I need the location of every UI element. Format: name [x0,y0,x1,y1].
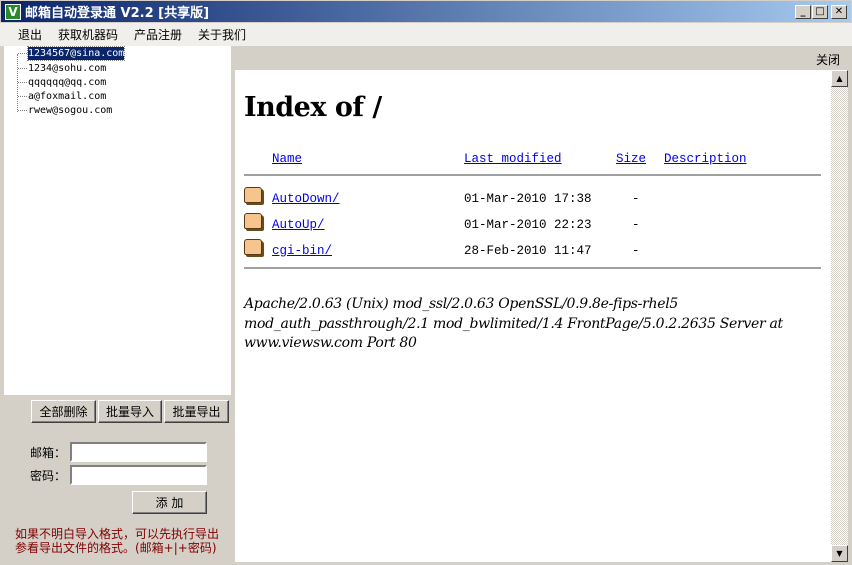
close-browser-button[interactable]: 关闭 [816,53,840,67]
password-label: 密码： [30,469,67,483]
import-format-note: 如果不明白导入格式，可以先执行导出 参看导出文件的格式。(邮箱+|+密码) [15,527,219,555]
folder-icon [244,187,262,203]
batch-import-button[interactable]: 批量导入 [98,400,162,423]
tree-item[interactable]: 1234567@sina.com [18,46,126,61]
delete-all-button[interactable]: 全部删除 [31,400,96,423]
table-row: AutoUp/ 01-Mar-2010 22:23 - [244,213,821,233]
tree-item-label: 1234567@sina.com [26,46,126,61]
dir-link[interactable]: AutoUp/ [272,218,325,232]
password-input[interactable] [70,465,207,485]
sort-description-link[interactable]: Description [664,152,747,166]
note-line: 如果不明白导入格式，可以先执行导出 [15,527,220,541]
divider [244,174,821,176]
email-label: 邮箱： [30,446,67,460]
modified-cell: 01-Mar-2010 17:38 [464,192,592,206]
close-button[interactable]: ✕ [831,5,847,19]
account-tree[interactable]: 1234567@sina.com 1234@sohu.com qqqqqq@qq… [4,46,231,395]
title-bar: V 邮箱自动登录通 V2.2 [共享版] _ □ ✕ [0,0,852,23]
menu-get-machine-code[interactable]: 获取机器码 [58,26,118,43]
folder-icon [244,239,262,255]
tree-item[interactable]: qqqqqq@qq.com [18,76,106,89]
menu-register[interactable]: 产品注册 [134,26,182,43]
tree-item-label: 1234@sohu.com [28,63,107,74]
tree-item-label: rwew@sogou.com [28,105,113,116]
sort-name-link[interactable]: Name [272,152,302,166]
tree-item-label: qqqqqq@qq.com [28,77,107,88]
tree-item-label: a@foxmail.com [28,91,107,102]
add-button[interactable]: 添 加 [132,491,207,514]
menu-exit[interactable]: 退出 [18,26,42,43]
modified-cell: 28-Feb-2010 11:47 [464,244,592,258]
app-logo-icon: V [5,3,21,20]
scroll-up-button[interactable]: ▲ [831,70,848,87]
table-row: AutoDown/ 01-Mar-2010 17:38 - [244,187,821,207]
size-cell: - [632,218,640,232]
menu-bar: 退出 获取机器码 产品注册 关于我们 [0,23,852,46]
maximize-button[interactable]: □ [812,5,828,19]
tree-item[interactable]: a@foxmail.com [18,90,106,103]
table-row: cgi-bin/ 28-Feb-2010 11:47 - [244,239,821,259]
window-title: 邮箱自动登录通 V2.2 [共享版] [25,6,210,21]
size-cell: - [632,192,640,206]
scroll-down-button[interactable]: ▼ [831,545,848,562]
dir-link[interactable]: cgi-bin/ [272,244,332,258]
size-cell: - [632,244,640,258]
batch-export-button[interactable]: 批量导出 [164,400,229,423]
menu-about[interactable]: 关于我们 [198,26,246,43]
server-signature: Apache/2.0.63 (Unix) mod_ssl/2.0.63 Open… [244,296,783,351]
sort-modified-link[interactable]: Last modified [464,152,562,166]
tree-item[interactable]: rwew@sogou.com [18,104,112,117]
minimize-button[interactable]: _ [795,5,811,19]
page-heading: Index of / [244,92,382,123]
folder-icon [244,213,262,229]
modified-cell: 01-Mar-2010 22:23 [464,218,592,232]
browser-toolbar: 关闭 [235,46,848,70]
divider [244,267,821,269]
sort-size-link[interactable]: Size [616,152,646,166]
vertical-scrollbar[interactable]: ▲ ▼ [831,70,848,562]
tree-item[interactable]: 1234@sohu.com [18,62,106,75]
email-input[interactable] [70,442,207,462]
web-view: Index of / Name Last modified Size Descr… [235,70,831,562]
note-line: 参看导出文件的格式。(邮箱+|+密码) [15,541,217,555]
dir-link[interactable]: AutoDown/ [272,192,340,206]
